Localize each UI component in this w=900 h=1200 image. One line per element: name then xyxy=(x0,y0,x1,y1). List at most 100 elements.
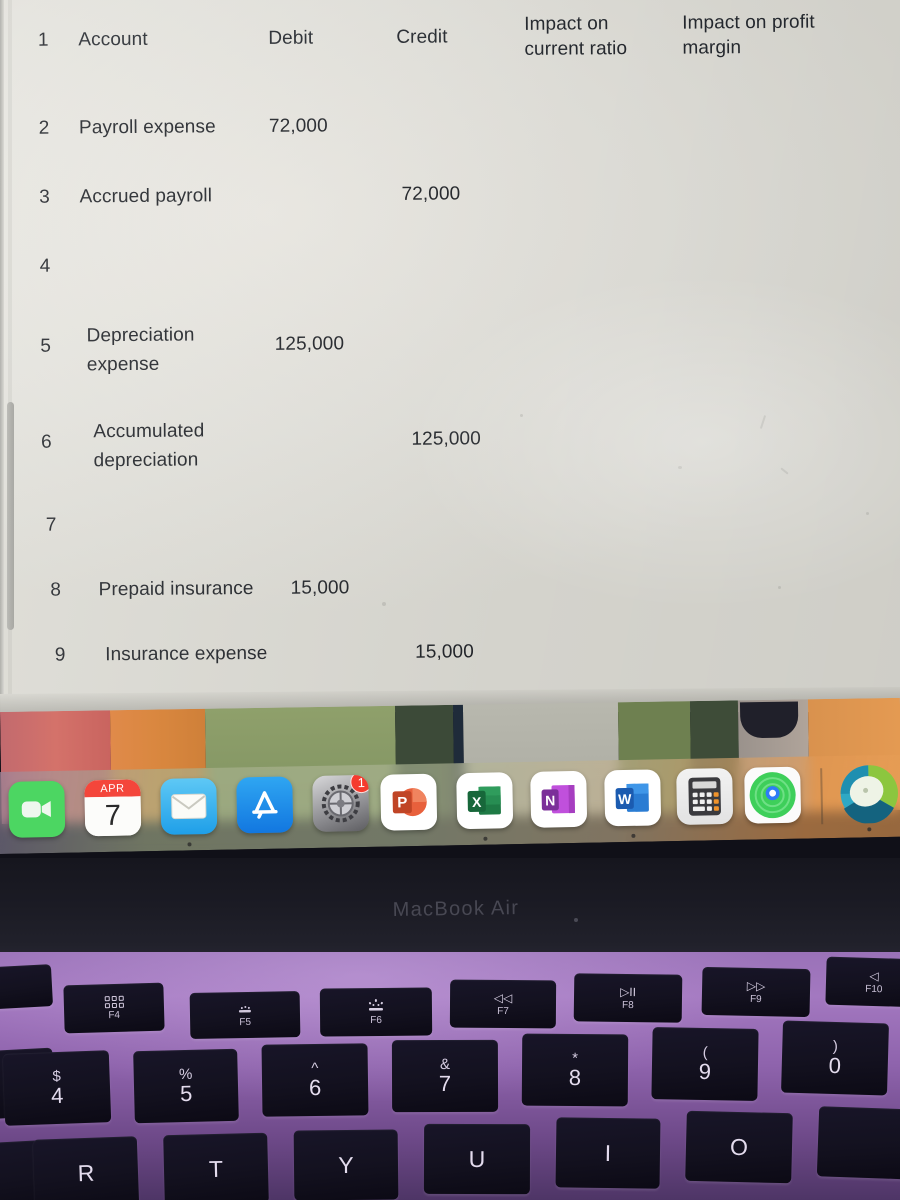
key-f6[interactable]: F6 xyxy=(319,987,433,1037)
dock-item-app-store[interactable] xyxy=(236,776,294,834)
account-cell[interactable] xyxy=(82,513,272,514)
credit-cell[interactable] xyxy=(399,332,519,333)
table-row[interactable]: 3 Accrued payroll 72,000 xyxy=(1,180,900,207)
key-t[interactable]: T xyxy=(163,1132,269,1200)
table-row[interactable]: 2 Payroll expense 72,000 xyxy=(1,111,900,138)
key-shift-symbol: % xyxy=(178,1065,193,1084)
key-f4[interactable]: F4 xyxy=(63,982,165,1034)
row-number: 6 xyxy=(41,431,52,453)
calendar-day-label: 7 xyxy=(84,796,142,837)
key-label: O xyxy=(729,1133,749,1161)
column-header-debit: Debit xyxy=(268,27,314,49)
key-f10[interactable]: ◁ F10 xyxy=(825,956,900,1008)
credit-cell[interactable] xyxy=(397,114,517,115)
dock-item-system-preferences[interactable]: 1 xyxy=(312,774,370,832)
key-7[interactable]: & 7 xyxy=(391,1039,499,1113)
impact-current-ratio-line2: current ratio xyxy=(524,38,628,60)
key-6[interactable]: ^ 6 xyxy=(261,1043,369,1117)
key-f9[interactable]: ▷▷ F9 xyxy=(701,966,811,1018)
account-cell[interactable] xyxy=(80,254,270,255)
key-y[interactable]: Y xyxy=(293,1129,399,1200)
dock-item-word[interactable]: W xyxy=(604,769,662,827)
key-f5[interactable]: F5 xyxy=(189,991,301,1039)
key-shift-symbol: ) xyxy=(832,1037,839,1056)
key-label: 9 xyxy=(698,1058,712,1085)
key-label: F6 xyxy=(370,1014,382,1026)
dock-item-find-my[interactable] xyxy=(744,766,802,824)
key-label: 8 xyxy=(568,1064,582,1090)
key-8[interactable]: * 8 xyxy=(521,1033,629,1107)
dock-item-calculator[interactable] xyxy=(676,767,734,826)
key-label: F5 xyxy=(239,1016,252,1029)
debit-cell[interactable]: 15,000 xyxy=(291,577,411,600)
dock-item-calendar[interactable]: APR 7 xyxy=(84,779,142,837)
key-r[interactable]: R xyxy=(32,1136,140,1200)
account-cell[interactable]: Prepaid insurance xyxy=(99,578,299,602)
excel-icon: X xyxy=(467,786,501,815)
screenshot-root: 1 Account Debit Credit Impact on current… xyxy=(0,0,900,1200)
find-my-icon xyxy=(749,772,796,819)
column-header-account: Account xyxy=(78,28,148,51)
fast-forward-icon: ▷▷ xyxy=(746,978,766,993)
debit-cell[interactable]: 72,000 xyxy=(269,115,389,138)
impact-current-ratio-line1: Impact on xyxy=(524,13,609,35)
macos-dock[interactable]: APR 7 1 P X N W xyxy=(0,751,900,864)
column-header-credit: Credit xyxy=(396,26,448,48)
dock-running-indicator xyxy=(187,842,192,847)
key-o[interactable]: O xyxy=(685,1110,793,1184)
launchpad-icon xyxy=(104,995,124,1008)
key-f8[interactable]: ▷II F8 xyxy=(573,973,683,1023)
credit-cell[interactable]: 15,000 xyxy=(415,641,535,664)
row-number: 3 xyxy=(39,186,50,208)
debit-cell[interactable] xyxy=(269,184,389,185)
dock-item-downloads-stack[interactable] xyxy=(838,763,899,824)
dock-item-mail[interactable] xyxy=(160,777,218,835)
credit-cell[interactable] xyxy=(401,576,521,577)
key-label: T xyxy=(208,1155,224,1183)
downloads-stack-icon xyxy=(840,765,898,824)
key-4[interactable]: $ 4 xyxy=(2,1050,112,1126)
table-row[interactable]: 6 Accumulated depreciation 125,000 xyxy=(3,411,900,471)
impact-profit-margin-line1: Impact on profit xyxy=(682,11,815,34)
dock-item-facetime[interactable] xyxy=(8,780,66,838)
row-number: 7 xyxy=(45,514,57,536)
key-i[interactable]: I xyxy=(555,1117,661,1189)
mute-icon: ◁ xyxy=(869,968,879,983)
table-row[interactable]: 8 Prepaid insurance 15,000 xyxy=(5,573,900,600)
credit-cell[interactable]: 72,000 xyxy=(401,183,521,206)
key-f7[interactable]: ◁◁ F7 xyxy=(449,979,557,1029)
key-label: U xyxy=(468,1145,486,1172)
key-label: F9 xyxy=(749,993,762,1005)
credit-cell[interactable]: 125,000 xyxy=(411,428,531,451)
key-f3[interactable] xyxy=(0,964,54,1010)
key-9[interactable]: ( 9 xyxy=(651,1027,759,1101)
key-shift-symbol: * xyxy=(572,1049,579,1067)
table-row[interactable]: 4 xyxy=(2,249,900,277)
key-5[interactable]: % 5 xyxy=(133,1048,239,1124)
svg-text:W: W xyxy=(618,791,632,807)
dock-item-excel[interactable]: X xyxy=(456,772,514,830)
dock-item-onenote[interactable]: N xyxy=(530,770,588,828)
laptop-keyboard[interactable]: F4 F5 F6 ◁◁ F7 ▷II F8 ▷▷ F9 ◁ F10 $ 4 % … xyxy=(0,952,900,1200)
row-number: 9 xyxy=(54,644,66,666)
dock-separator xyxy=(820,768,823,825)
impact-profit-margin-line2: margin xyxy=(682,37,742,59)
key-0[interactable]: ) 0 xyxy=(781,1020,889,1096)
key-p[interactable] xyxy=(816,1106,900,1180)
key-u[interactable]: U xyxy=(423,1123,531,1195)
dock-running-indicator xyxy=(867,827,872,832)
table-row[interactable]: 9 Insurance expense 15,000 xyxy=(5,638,900,665)
debit-cell[interactable]: 125,000 xyxy=(275,333,395,356)
key-label: 7 xyxy=(438,1070,452,1096)
table-row[interactable]: 7 xyxy=(4,508,900,536)
account-cell[interactable]: Payroll expense xyxy=(79,116,269,139)
account-cell[interactable]: Accumulated depreciation xyxy=(93,416,283,475)
account-cell[interactable]: Depreciation expense xyxy=(87,320,277,379)
dock-item-powerpoint[interactable]: P xyxy=(380,773,438,831)
spreadsheet-grid[interactable]: 1 Account Debit Credit Impact on current… xyxy=(0,0,900,700)
key-label: Y xyxy=(338,1151,354,1179)
account-cell[interactable]: Insurance expense xyxy=(105,643,305,667)
account-cell[interactable]: Accrued payroll xyxy=(79,185,269,208)
debit-cell[interactable] xyxy=(271,415,391,416)
table-row[interactable]: 5 Depreciation expense 125,000 xyxy=(3,315,900,375)
